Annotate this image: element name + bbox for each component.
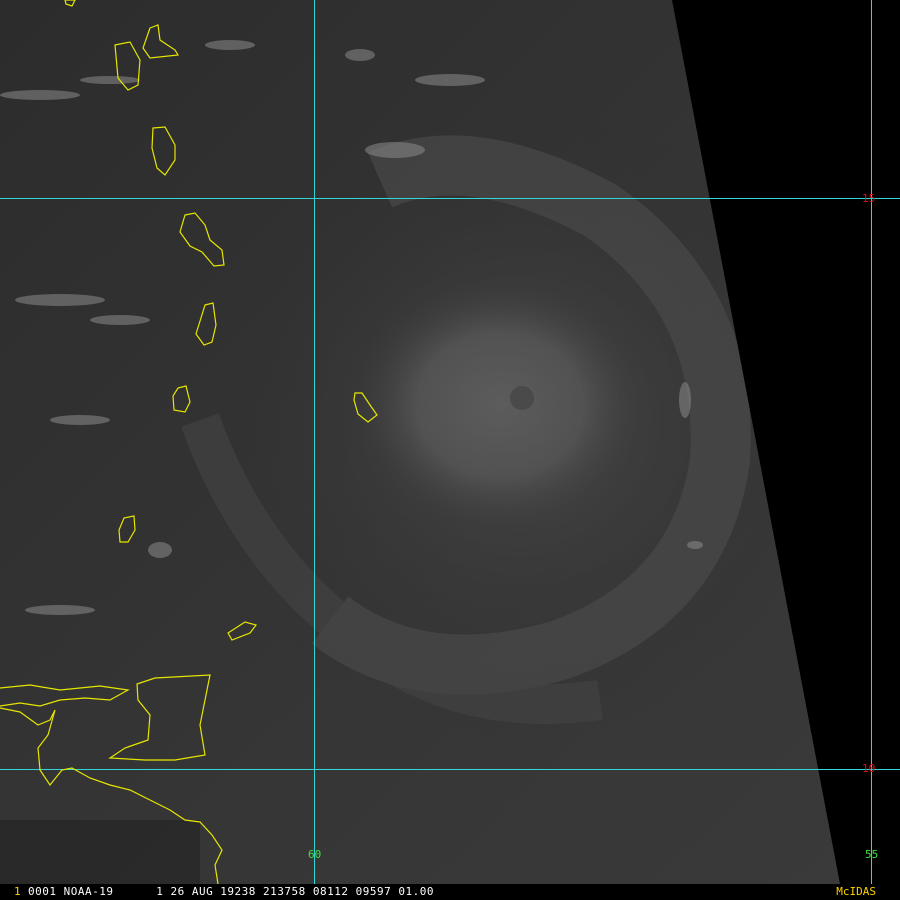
- lon-label-60: 60: [308, 848, 322, 861]
- storm-core: [350, 275, 650, 535]
- satellite-swath: [0, 0, 840, 884]
- lat-label-10: 10: [862, 762, 876, 775]
- image-metadata-text: 0001 NOAA-19 1 26 AUG 19238 213758 08112…: [28, 885, 434, 898]
- storm-eye: [510, 386, 534, 410]
- frame-number: 1: [14, 885, 21, 898]
- lat-label-15: 15: [862, 192, 876, 205]
- mcidas-brand: McIDAS: [836, 885, 876, 898]
- satellite-image-viewer[interactable]: 15 10 60 55: [0, 0, 900, 900]
- lon-label-55: 55: [865, 848, 879, 861]
